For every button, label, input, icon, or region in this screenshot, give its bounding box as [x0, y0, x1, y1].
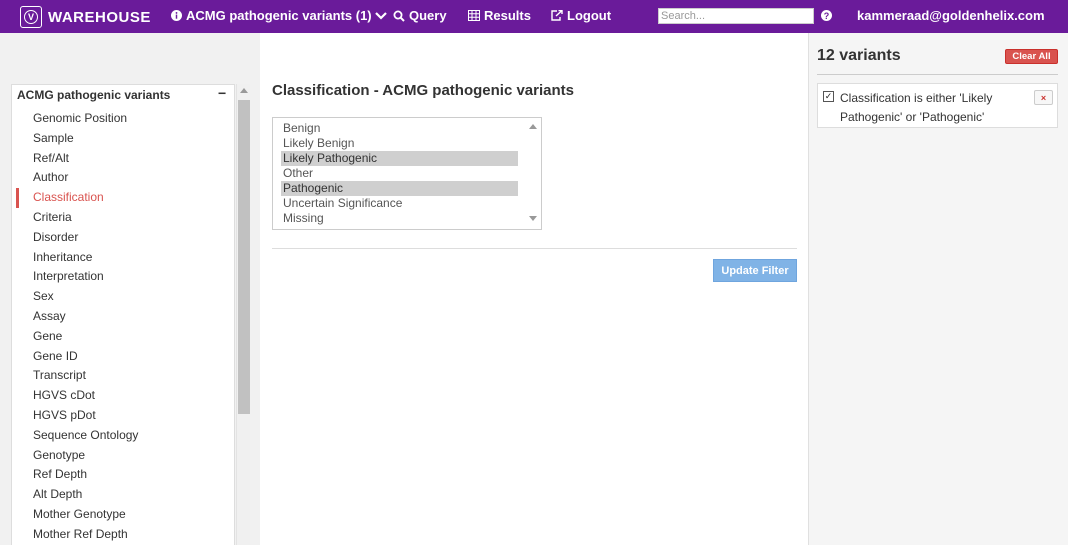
- field-item-ref-depth[interactable]: Ref Depth: [16, 465, 230, 485]
- option-other[interactable]: Other: [281, 166, 518, 181]
- nav-query-label: Query: [409, 8, 447, 23]
- field-panel: ACMG pathogenic variants − Genomic Posit…: [11, 84, 235, 545]
- option-missing[interactable]: Missing: [281, 211, 518, 226]
- nav-logout-label: Logout: [567, 8, 612, 23]
- field-item-assay[interactable]: Assay: [16, 307, 230, 327]
- help-icon[interactable]: ?: [821, 10, 832, 21]
- variants-count: 12 variants: [817, 47, 901, 64]
- brand[interactable]: V WAREHOUSE: [20, 6, 151, 28]
- search-icon: [393, 10, 405, 22]
- field-item-genotype[interactable]: Genotype: [16, 446, 230, 466]
- field-item-hgvs-pdot[interactable]: HGVS pDot: [16, 406, 230, 426]
- field-item-inheritance[interactable]: Inheritance: [16, 248, 230, 268]
- field-item-criteria[interactable]: Criteria: [16, 208, 230, 228]
- field-item-gene-id[interactable]: Gene ID: [16, 347, 230, 367]
- nav-logout[interactable]: Logout: [551, 8, 611, 23]
- option-likely-benign[interactable]: Likely Benign: [281, 136, 518, 151]
- field-item-disorder[interactable]: Disorder: [16, 228, 230, 248]
- warehouse-logo-icon: V: [20, 6, 42, 28]
- field-item-mother-genotype[interactable]: Mother Genotype: [16, 505, 230, 525]
- scroll-down-arrow-icon[interactable]: [529, 216, 537, 221]
- project-dropdown[interactable]: ACMG pathogenic variants (1): [171, 8, 387, 23]
- scroll-up-arrow-icon[interactable]: [529, 124, 537, 129]
- field-item-gene[interactable]: Gene: [16, 327, 230, 347]
- page-title: Classification - ACMG pathogenic variant…: [272, 82, 574, 99]
- field-item-sample[interactable]: Sample: [16, 129, 230, 149]
- remove-filter-button[interactable]: ×: [1034, 90, 1053, 105]
- field-item-alt-depth[interactable]: Alt Depth: [16, 485, 230, 505]
- field-item-hgvs-cdot[interactable]: HGVS cDot: [16, 386, 230, 406]
- field-item-classification[interactable]: Classification: [16, 188, 230, 208]
- scroll-up-arrow-icon[interactable]: [240, 88, 248, 93]
- clear-all-button[interactable]: Clear All: [1005, 49, 1058, 64]
- update-filter-button[interactable]: Update Filter: [713, 259, 797, 282]
- panel-title: ACMG pathogenic variants: [17, 88, 171, 102]
- chevron-down-icon: [374, 11, 387, 20]
- field-item-mother-ref-depth[interactable]: Mother Ref Depth: [16, 525, 230, 545]
- option-pathogenic[interactable]: Pathogenic: [281, 181, 518, 196]
- collapse-button[interactable]: −: [218, 85, 226, 101]
- nav-query[interactable]: Query: [393, 8, 447, 23]
- field-list-scrollbar[interactable]: [236, 84, 250, 545]
- filter-checkbox[interactable]: ✓: [823, 91, 834, 102]
- navbar: V WAREHOUSE ACMG pathogenic variants (1)…: [0, 0, 1068, 33]
- option-likely-pathogenic[interactable]: Likely Pathogenic: [281, 151, 518, 166]
- nav-results[interactable]: Results: [468, 8, 531, 23]
- user-email[interactable]: kammeraad@goldenhelix.com: [857, 8, 1045, 23]
- field-item-ref-alt[interactable]: Ref/Alt: [16, 149, 230, 169]
- logout-icon: [551, 10, 563, 21]
- option-uncertain-significance[interactable]: Uncertain Significance: [281, 196, 518, 211]
- divider: [272, 248, 797, 249]
- select-scrollbar[interactable]: [525, 118, 541, 229]
- field-item-sequence-ontology[interactable]: Sequence Ontology: [16, 426, 230, 446]
- filter-description: Classification is either 'Likely Pathoge…: [840, 91, 993, 124]
- project-label: ACMG pathogenic variants (1): [186, 8, 372, 23]
- field-item-genomic-position[interactable]: Genomic Position: [16, 109, 230, 129]
- field-item-sex[interactable]: Sex: [16, 287, 230, 307]
- table-icon: [468, 10, 480, 21]
- filter-card: ✓ Classification is either 'Likely Patho…: [817, 83, 1058, 128]
- brand-text: WAREHOUSE: [48, 8, 151, 26]
- classification-multiselect[interactable]: Benign Likely Benign Likely Pathogenic O…: [272, 117, 542, 230]
- scrollbar-thumb[interactable]: [238, 100, 250, 414]
- search-input[interactable]: [658, 8, 814, 24]
- field-item-author[interactable]: Author: [16, 168, 230, 188]
- info-icon: [171, 10, 182, 21]
- option-benign[interactable]: Benign: [281, 121, 518, 136]
- option-list: Benign Likely Benign Likely Pathogenic O…: [281, 121, 518, 226]
- nav-results-label: Results: [484, 8, 531, 23]
- field-item-transcript[interactable]: Transcript: [16, 366, 230, 386]
- field-list: Genomic Position Sample Ref/Alt Author C…: [16, 109, 230, 545]
- field-item-interpretation[interactable]: Interpretation: [16, 267, 230, 287]
- right-divider: [817, 74, 1058, 75]
